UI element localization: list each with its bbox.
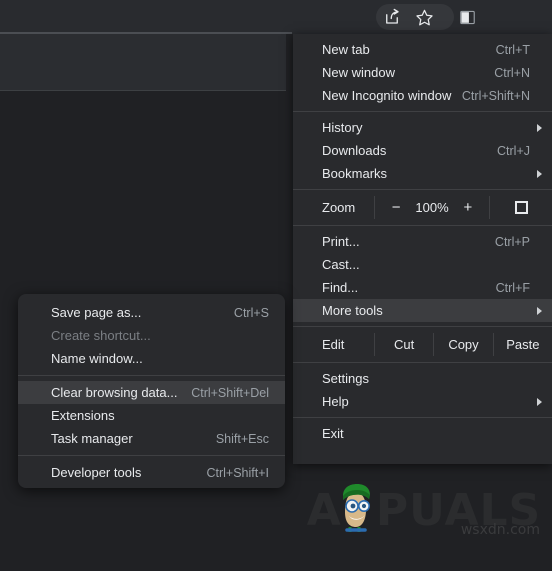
- menu-separator: [293, 189, 552, 190]
- menu-item-shortcut: Ctrl+N: [494, 65, 530, 80]
- menu-item-label: Cast...: [322, 257, 360, 272]
- menu-item-new-window[interactable]: New window Ctrl+N: [293, 61, 552, 84]
- chevron-right-icon: [537, 306, 542, 315]
- menu-item-shortcut: Ctrl+J: [497, 143, 530, 158]
- menu-item-shortcut: Ctrl+P: [494, 234, 530, 249]
- more-tools-submenu: Save page as... Ctrl+S Create shortcut..…: [18, 294, 285, 488]
- chevron-right-icon: [537, 397, 542, 406]
- menu-separator: [293, 362, 552, 363]
- menu-item-new-tab[interactable]: New tab Ctrl+T: [293, 38, 552, 61]
- menu-item-label: New window: [322, 65, 395, 80]
- submenu-item-developer-tools[interactable]: Developer tools Ctrl+Shift+I: [18, 461, 285, 484]
- menu-separator: [293, 417, 552, 418]
- fullscreen-icon: [514, 201, 528, 214]
- menu-item-find[interactable]: Find... Ctrl+F: [293, 276, 552, 299]
- menu-item-label: Bookmarks: [322, 166, 388, 181]
- menu-item-label: Exit: [322, 426, 344, 441]
- menu-item-print[interactable]: Print... Ctrl+P: [293, 230, 552, 253]
- site-credit-text: wsxdn.com: [460, 522, 540, 538]
- submenu-item-label: Save page as...: [51, 305, 142, 320]
- menu-item-label: History: [322, 120, 363, 135]
- zoom-in-button[interactable]: +: [457, 199, 479, 216]
- submenu-separator: [18, 375, 285, 376]
- menu-separator: [293, 225, 552, 226]
- menu-item-label: New Incognito window: [322, 88, 452, 103]
- submenu-item-shortcut: Ctrl+Shift+Del: [191, 385, 269, 400]
- bookmarks-bar: [0, 34, 286, 90]
- zoom-level-value: 100%: [415, 200, 449, 215]
- submenu-item-label: Clear browsing data...: [51, 385, 178, 400]
- edit-row: Edit Cut Copy Paste: [293, 331, 552, 358]
- menu-item-shortcut: Ctrl+Shift+N: [461, 88, 530, 103]
- chevron-right-icon: [537, 169, 542, 178]
- side-panel-icon[interactable]: [457, 7, 477, 27]
- submenu-item-shortcut: Shift+Esc: [215, 431, 269, 446]
- submenu-separator: [18, 455, 285, 456]
- menu-item-label: Print...: [322, 234, 360, 249]
- submenu-item-save-page-as[interactable]: Save page as... Ctrl+S: [18, 301, 285, 324]
- submenu-item-label: Developer tools: [51, 465, 142, 480]
- edit-label: Edit: [322, 337, 345, 352]
- submenu-item-label: Extensions: [51, 408, 115, 423]
- menu-item-help[interactable]: Help: [293, 390, 552, 413]
- zoom-out-button[interactable]: −: [385, 199, 407, 216]
- menu-item-settings[interactable]: Settings: [293, 367, 552, 390]
- submenu-item-extensions[interactable]: Extensions: [18, 404, 285, 427]
- menu-separator: [293, 326, 552, 327]
- menu-separator: [293, 111, 552, 112]
- menu-item-shortcut: Ctrl+F: [495, 280, 530, 295]
- share-icon[interactable]: [382, 7, 402, 27]
- chrome-main-menu: New tab Ctrl+T New window Ctrl+N New Inc…: [293, 34, 552, 464]
- menu-item-history[interactable]: History: [293, 116, 552, 139]
- submenu-item-label: Create shortcut...: [51, 328, 151, 343]
- submenu-item-create-shortcut: Create shortcut...: [18, 324, 285, 347]
- menu-item-new-incognito-window[interactable]: New Incognito window Ctrl+Shift+N: [293, 84, 552, 107]
- menu-item-label: Help: [322, 394, 349, 409]
- cut-button[interactable]: Cut: [375, 331, 433, 358]
- zoom-label: Zoom: [322, 200, 356, 215]
- menu-item-label: New tab: [322, 42, 370, 57]
- menu-item-shortcut: Ctrl+T: [495, 42, 530, 57]
- submenu-item-task-manager[interactable]: Task manager Shift+Esc: [18, 427, 285, 450]
- submenu-item-shortcut: Ctrl+Shift+I: [206, 465, 269, 480]
- menu-item-exit[interactable]: Exit: [293, 422, 552, 445]
- menu-item-label: Settings: [322, 371, 369, 386]
- zoom-row: Zoom − 100% +: [293, 194, 552, 221]
- menu-item-label: Downloads: [322, 143, 387, 158]
- submenu-item-label: Name window...: [51, 351, 143, 366]
- bookmark-star-icon[interactable]: [414, 7, 434, 27]
- zoom-controls: − 100% +: [375, 194, 489, 221]
- submenu-item-label: Task manager: [51, 431, 133, 446]
- fullscreen-button[interactable]: [490, 194, 552, 221]
- menu-item-label: More tools: [322, 303, 383, 318]
- menu-item-label: Find...: [322, 280, 359, 295]
- chevron-right-icon: [537, 123, 542, 132]
- menu-item-more-tools[interactable]: More tools: [293, 299, 552, 322]
- submenu-item-name-window[interactable]: Name window...: [18, 347, 285, 370]
- paste-button[interactable]: Paste: [494, 331, 552, 358]
- menu-item-bookmarks[interactable]: Bookmarks: [293, 162, 552, 185]
- submenu-item-clear-browsing-data[interactable]: Clear browsing data... Ctrl+Shift+Del: [18, 381, 285, 404]
- submenu-item-shortcut: Ctrl+S: [233, 305, 269, 320]
- appuals-watermark: A PUALS wsxdn.com: [300, 480, 548, 542]
- copy-button[interactable]: Copy: [434, 331, 492, 358]
- menu-item-downloads[interactable]: Downloads Ctrl+J: [293, 139, 552, 162]
- watermark-mascot-icon: [343, 484, 370, 532]
- menu-item-cast[interactable]: Cast...: [293, 253, 552, 276]
